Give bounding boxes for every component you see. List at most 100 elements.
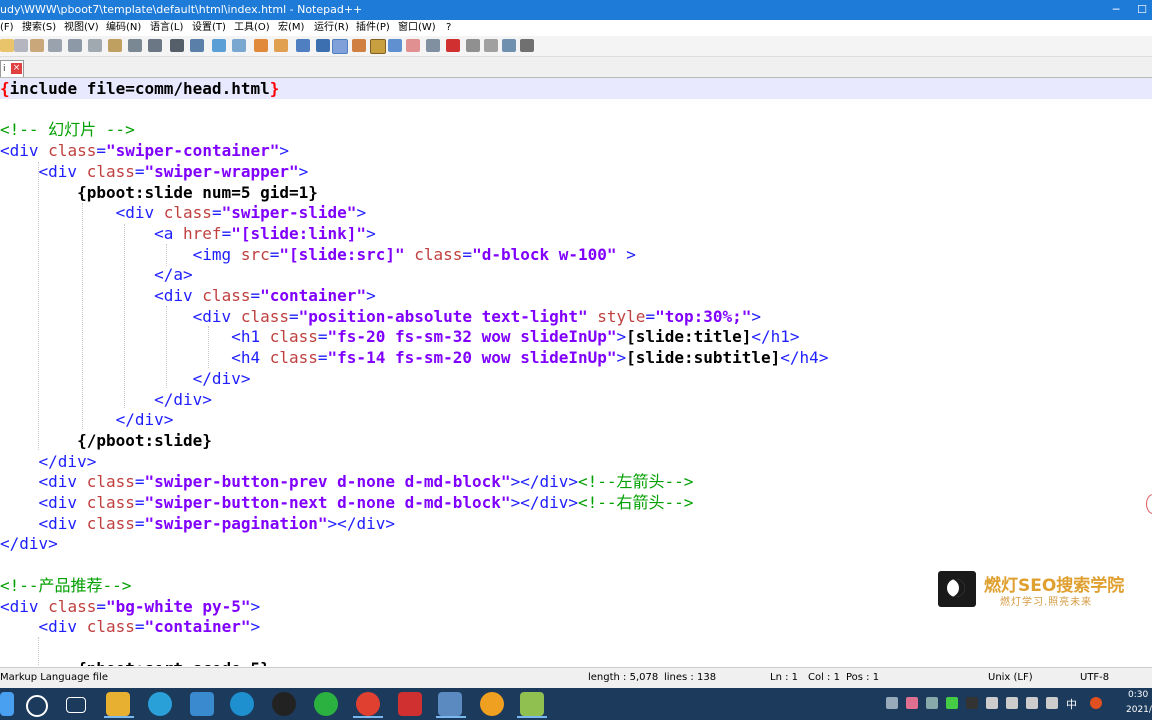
save-all-icon[interactable] bbox=[30, 39, 44, 52]
app-avatar-icon[interactable] bbox=[480, 692, 504, 716]
code-token: = bbox=[134, 493, 145, 512]
code-line[interactable]: <div class="container"> bbox=[0, 616, 261, 637]
start-windows-icon[interactable] bbox=[0, 692, 14, 716]
code-token: = bbox=[289, 306, 299, 326]
chrome-icon[interactable] bbox=[356, 692, 380, 716]
monitor-icon[interactable] bbox=[426, 39, 440, 52]
code-line[interactable]: <div class="swiper-button-prev d-none d-… bbox=[0, 471, 694, 492]
code-line[interactable]: <div class="container"> bbox=[0, 285, 376, 306]
menu-run[interactable]: 运行(R) bbox=[314, 20, 349, 36]
copy-icon[interactable] bbox=[108, 39, 122, 52]
menu-language[interactable]: 语言(L) bbox=[150, 20, 183, 36]
menu-settings[interactable]: 设置(T) bbox=[192, 20, 226, 36]
sync-horizontal-icon[interactable] bbox=[296, 39, 310, 52]
menu-search[interactable]: 搜索(S) bbox=[22, 20, 56, 36]
tray-app-icon[interactable] bbox=[926, 697, 938, 709]
app-icon[interactable] bbox=[190, 692, 214, 716]
minimize-button[interactable]: ─ bbox=[1104, 0, 1128, 20]
code-line[interactable]: {pboot:slide num=5 gid=1} bbox=[0, 182, 318, 203]
search-circle-icon[interactable] bbox=[26, 695, 48, 717]
menu-macro[interactable]: 宏(M) bbox=[278, 20, 304, 36]
code-line[interactable]: </a> bbox=[0, 264, 193, 285]
play-macro-icon[interactable] bbox=[484, 39, 498, 52]
sync-vertical-icon[interactable] bbox=[274, 39, 288, 52]
code-line[interactable]: {pboot:sort scode=5} bbox=[0, 658, 270, 666]
code-line[interactable]: <h1 class="fs-20 fs-sm-32 wow slideInUp"… bbox=[0, 326, 799, 347]
cut-icon[interactable] bbox=[88, 39, 102, 52]
xmind-icon[interactable] bbox=[398, 692, 422, 716]
menu-window[interactable]: 窗口(W) bbox=[398, 20, 436, 36]
code-line[interactable]: <a href="[slide:link]"> bbox=[0, 223, 376, 244]
code-line[interactable]: <div class="swiper-pagination"></div> bbox=[0, 513, 395, 534]
code-line[interactable]: <h4 class="fs-14 fs-sm-20 wow slideInUp"… bbox=[0, 347, 828, 368]
wechat-icon[interactable] bbox=[314, 692, 338, 716]
code-line[interactable]: {include file=comm/head.html} bbox=[0, 78, 279, 99]
file-explorer-icon[interactable] bbox=[106, 692, 130, 716]
print-icon[interactable] bbox=[68, 39, 82, 52]
code-line[interactable]: </div> bbox=[0, 451, 97, 472]
code-token: > bbox=[366, 286, 376, 305]
network-icon[interactable] bbox=[1026, 697, 1038, 709]
show-all-chars-icon[interactable] bbox=[332, 39, 348, 54]
code-line[interactable]: <!-- 幻灯片 --> bbox=[0, 119, 135, 140]
replace-icon[interactable] bbox=[212, 39, 226, 52]
save-icon[interactable] bbox=[14, 39, 28, 52]
notepadpp-icon[interactable] bbox=[520, 692, 544, 716]
redo-icon[interactable] bbox=[170, 39, 184, 52]
code-line[interactable]: </div> bbox=[0, 409, 174, 430]
stop-macro-icon[interactable] bbox=[466, 39, 480, 52]
clock[interactable]: 0:30 2021/10 bbox=[1126, 688, 1152, 718]
tray-app-icon[interactable] bbox=[986, 697, 998, 709]
tab-index-html[interactable]: i × bbox=[0, 60, 24, 77]
menu-help[interactable]: ? bbox=[446, 20, 451, 36]
close-file-icon[interactable] bbox=[48, 39, 62, 52]
doc-map-icon[interactable] bbox=[388, 39, 402, 52]
tray-qq-icon[interactable] bbox=[966, 697, 978, 709]
code-line[interactable]: <div class="swiper-button-next d-none d-… bbox=[0, 492, 694, 513]
zoom-in-icon[interactable] bbox=[232, 39, 246, 52]
close-tab-icon[interactable]: × bbox=[11, 63, 22, 74]
menu-file[interactable]: (F) bbox=[0, 20, 14, 36]
code-line[interactable]: {/pboot:slide} bbox=[0, 430, 212, 451]
run-multiple-macro-icon[interactable] bbox=[502, 39, 516, 52]
sogou-ime-icon[interactable] bbox=[1090, 697, 1102, 709]
menu-encoding[interactable]: 编码(N) bbox=[106, 20, 141, 36]
undo-icon[interactable] bbox=[148, 39, 162, 52]
tray-app-icon[interactable] bbox=[1006, 697, 1018, 709]
function-list-icon[interactable] bbox=[406, 39, 420, 52]
code-line[interactable]: <div class="bg-white py-5"> bbox=[0, 596, 260, 617]
tray-app-icon[interactable] bbox=[906, 697, 918, 709]
volume-icon[interactable] bbox=[1046, 697, 1058, 709]
qq-icon[interactable] bbox=[272, 692, 296, 716]
open-file-icon[interactable] bbox=[0, 39, 14, 52]
indent-guide-icon[interactable] bbox=[352, 39, 366, 52]
code-line[interactable]: <div class="swiper-container"> bbox=[0, 140, 289, 161]
user-lang-icon[interactable] bbox=[370, 39, 386, 54]
code-line[interactable]: <div class="swiper-wrapper"> bbox=[0, 161, 309, 182]
server-icon[interactable] bbox=[438, 692, 462, 716]
maximize-button[interactable]: ☐ bbox=[1130, 0, 1152, 20]
menu-tools[interactable]: 工具(O) bbox=[234, 20, 270, 36]
code-line[interactable]: <div class="position-absolute text-light… bbox=[0, 306, 761, 327]
save-macro-icon[interactable] bbox=[520, 39, 534, 52]
code-line[interactable]: <div class="swiper-slide"> bbox=[0, 202, 366, 223]
find-icon[interactable] bbox=[190, 39, 204, 52]
tray-wechat-icon[interactable] bbox=[946, 697, 958, 709]
code-line[interactable]: <img src="[slide:src]" class="d-block w-… bbox=[0, 244, 636, 265]
zoom-out-icon[interactable] bbox=[254, 39, 268, 52]
ime-indicator[interactable]: 中 bbox=[1066, 696, 1077, 712]
chevron-up-icon[interactable] bbox=[886, 697, 898, 709]
edge-browser-icon[interactable] bbox=[148, 692, 172, 716]
code-line[interactable]: </div> bbox=[0, 533, 58, 554]
record-macro-icon[interactable] bbox=[446, 39, 460, 52]
code-line[interactable]: </div> bbox=[0, 389, 212, 410]
paste-icon[interactable] bbox=[128, 39, 142, 52]
code-line[interactable]: </div> bbox=[0, 368, 251, 389]
search-app-icon[interactable] bbox=[230, 692, 254, 716]
word-wrap-icon[interactable] bbox=[316, 39, 330, 52]
code-token: "swiper-button-prev d-none d-md-block" bbox=[144, 472, 511, 492]
code-line[interactable]: <!--产品推荐--> bbox=[0, 575, 131, 596]
menu-plugins[interactable]: 插件(P) bbox=[356, 20, 390, 36]
menu-view[interactable]: 视图(V) bbox=[64, 20, 99, 36]
task-view-icon[interactable] bbox=[66, 697, 86, 713]
